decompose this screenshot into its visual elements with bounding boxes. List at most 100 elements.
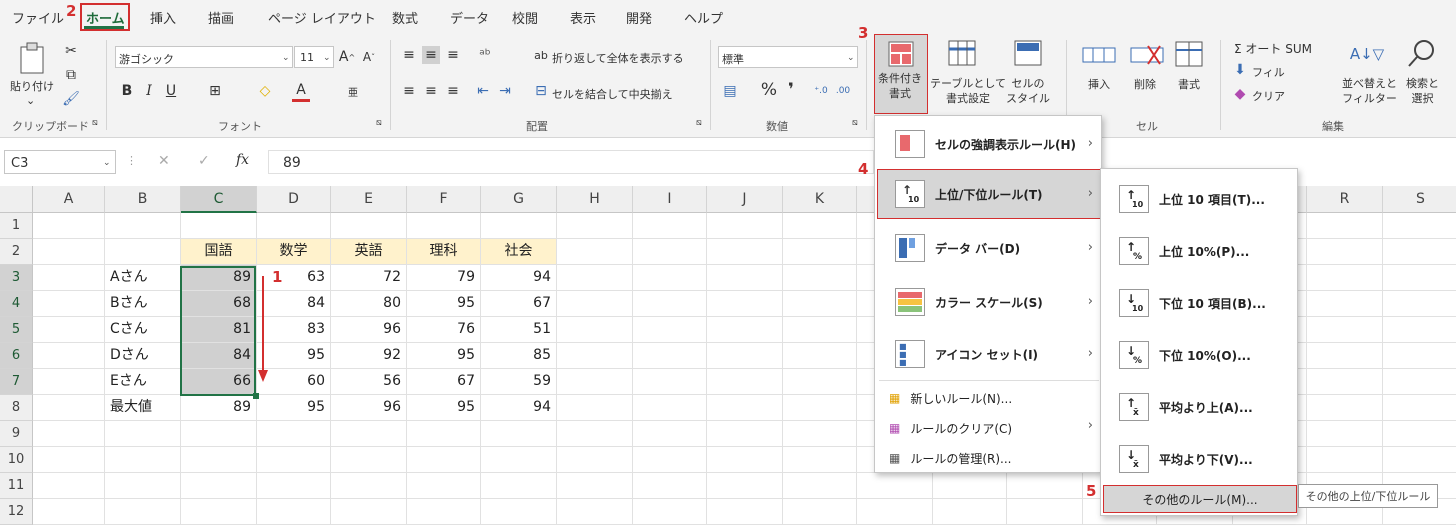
align-top-icon[interactable]: ≡ <box>400 46 418 64</box>
tab-insert[interactable]: 挿入 <box>150 8 176 27</box>
cell[interactable] <box>105 213 181 239</box>
cell[interactable] <box>481 447 557 473</box>
cell[interactable] <box>181 213 257 239</box>
row-header[interactable]: 10 <box>0 447 33 473</box>
cell[interactable] <box>33 473 105 499</box>
paste-button[interactable]: 貼り付け <box>10 78 54 94</box>
menu-manage-rules[interactable]: ▦ ルールの管理(R)... <box>889 446 1012 470</box>
column-header[interactable]: H <box>557 186 633 213</box>
number-launcher-icon[interactable]: ⧅ <box>852 118 858 128</box>
cell[interactable] <box>707 291 783 317</box>
score-cell[interactable]: 51 <box>481 317 557 343</box>
cell[interactable] <box>1383 343 1456 369</box>
cell[interactable] <box>105 473 181 499</box>
align-bottom-icon[interactable]: ≡ <box>444 46 462 64</box>
insert-cells-button[interactable]: 挿入 <box>1088 76 1110 92</box>
column-header[interactable]: D <box>257 186 331 213</box>
format-as-table-button[interactable]: テーブルとして 書式設定 <box>930 76 1006 106</box>
cell[interactable] <box>481 499 557 525</box>
column-header[interactable]: K <box>783 186 857 213</box>
cell[interactable] <box>1383 239 1456 265</box>
cell[interactable] <box>783 421 857 447</box>
score-cell[interactable]: 94 <box>481 395 557 421</box>
italic-icon[interactable]: I <box>142 82 156 100</box>
cell[interactable] <box>33 239 105 265</box>
menu-color-scales[interactable]: カラー スケール(S) <box>895 282 1043 322</box>
score-cell[interactable]: 95 <box>407 395 481 421</box>
comma-style-icon[interactable]: ❜ <box>784 80 798 100</box>
student-name-cell[interactable]: Cさん <box>105 317 181 343</box>
cell[interactable] <box>33 343 105 369</box>
student-name-cell[interactable]: Bさん <box>105 291 181 317</box>
cell[interactable] <box>783 473 857 499</box>
cell[interactable] <box>557 239 633 265</box>
increase-decimal-icon[interactable]: ⁺.0 <box>812 82 830 100</box>
autosum-button[interactable]: Σ オート SUM <box>1234 40 1312 57</box>
cell[interactable] <box>1307 395 1383 421</box>
tab-formulas[interactable]: 数式 <box>392 8 418 27</box>
submenu-bottom-10-percent[interactable]: ↓% 下位 10%(O)... <box>1119 335 1251 375</box>
fill-button[interactable]: フィル <box>1252 64 1285 80</box>
cell[interactable] <box>1307 343 1383 369</box>
cell[interactable] <box>857 499 933 525</box>
cell[interactable] <box>557 369 633 395</box>
cell[interactable] <box>257 499 331 525</box>
tab-page-layout[interactable]: ページ レイアウト <box>268 8 376 27</box>
decrease-indent-icon[interactable]: ⇤ <box>474 82 492 100</box>
cell[interactable] <box>105 421 181 447</box>
find-select-button[interactable]: 検索と 選択 <box>1406 76 1439 106</box>
row-header[interactable]: 2 <box>0 239 33 265</box>
merge-center-icon[interactable]: ⊟ <box>532 82 550 100</box>
cell[interactable] <box>331 421 407 447</box>
format-painter-icon[interactable]: 🖌 <box>62 90 80 108</box>
cell[interactable] <box>407 473 481 499</box>
cell[interactable] <box>1383 265 1456 291</box>
column-header[interactable]: C <box>181 186 257 213</box>
cell[interactable] <box>1383 421 1456 447</box>
row-header[interactable]: 1 <box>0 213 33 239</box>
cell-styles-icon[interactable] <box>1014 40 1046 68</box>
cell[interactable] <box>707 369 783 395</box>
cell[interactable] <box>1307 239 1383 265</box>
cell[interactable] <box>633 291 707 317</box>
cell[interactable] <box>331 473 407 499</box>
cell[interactable] <box>633 369 707 395</box>
cell[interactable] <box>557 343 633 369</box>
submenu-more-rules[interactable]: その他のルール(M)... <box>1103 485 1297 513</box>
cell[interactable] <box>707 395 783 421</box>
score-cell[interactable]: 96 <box>331 395 407 421</box>
score-cell[interactable]: 79 <box>407 265 481 291</box>
sort-filter-icon[interactable]: A↓▽ <box>1350 40 1384 68</box>
score-cell[interactable]: 80 <box>331 291 407 317</box>
cell[interactable] <box>707 239 783 265</box>
submenu-above-average[interactable]: ↑ x̄ 平均より上(A)... <box>1119 387 1253 427</box>
cell[interactable] <box>257 473 331 499</box>
cell[interactable] <box>407 421 481 447</box>
cell[interactable] <box>33 317 105 343</box>
cell[interactable] <box>783 291 857 317</box>
row-header[interactable]: 8 <box>0 395 33 421</box>
cell[interactable] <box>633 447 707 473</box>
tab-help[interactable]: ヘルプ <box>684 8 723 27</box>
score-cell[interactable]: 85 <box>481 343 557 369</box>
submenu-top-10-items[interactable]: ↑ 10 上位 10 項目(T)... <box>1119 179 1265 219</box>
cell[interactable] <box>557 291 633 317</box>
subject-header-cell[interactable]: 英語 <box>331 239 407 265</box>
cell[interactable] <box>1007 473 1083 499</box>
cut-icon[interactable]: ✂ <box>62 42 80 60</box>
cell[interactable] <box>557 499 633 525</box>
cell[interactable] <box>707 213 783 239</box>
row-header[interactable]: 6 <box>0 343 33 369</box>
row-header[interactable]: 9 <box>0 421 33 447</box>
cell[interactable] <box>633 395 707 421</box>
format-cells-icon[interactable] <box>1174 40 1204 68</box>
cell[interactable] <box>933 499 1007 525</box>
tab-data[interactable]: データ <box>450 8 489 27</box>
column-header[interactable]: J <box>707 186 783 213</box>
cell[interactable] <box>1383 395 1456 421</box>
cell[interactable] <box>407 447 481 473</box>
font-name-box[interactable]: 游ゴシック ⌄ <box>115 46 293 68</box>
score-cell[interactable]: 95 <box>257 395 331 421</box>
fill-icon[interactable]: ⬇ <box>1232 62 1248 78</box>
fill-color-icon[interactable]: ◇ <box>256 82 274 100</box>
